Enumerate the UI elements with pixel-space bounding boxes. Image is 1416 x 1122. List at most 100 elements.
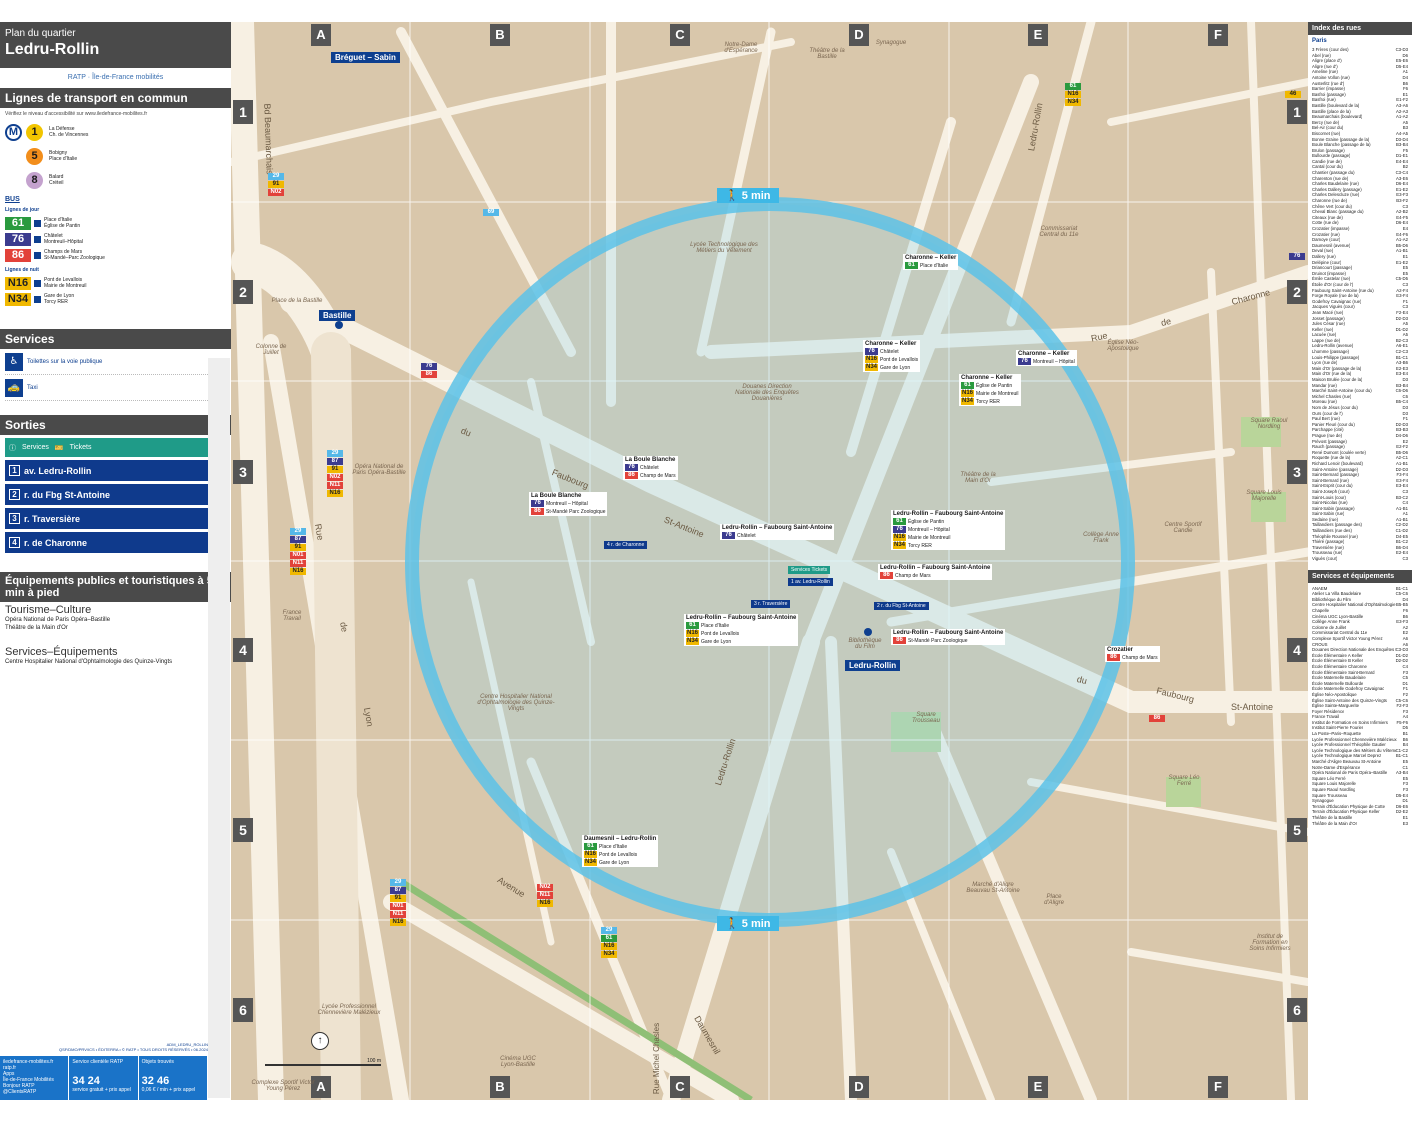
bus-line-n16[interactable]: N16 Pont de Levallois Mairie de Montreuil (0, 275, 231, 291)
bus-badge[interactable]: 61 (601, 935, 617, 942)
bus-badge[interactable]: N01 (290, 552, 306, 559)
toilets-icon: ♿ (5, 352, 23, 371)
bus-badge[interactable]: 29 (290, 528, 306, 535)
contact-lost-found[interactable]: Objets trouvés 32 46 0,06 € / min + prix… (139, 1056, 208, 1100)
bus-stop-la-boule-blanche-2[interactable]: La Boule Blanche 76 Montreuil – Hôpital 8… (529, 492, 608, 516)
bus-badge[interactable]: 91 (390, 895, 406, 902)
neighbourhood-map[interactable]: A B C D E F A B C D E F 🚶 5 min 🚶 5 min … (231, 22, 1308, 1100)
station-ledru-rollin[interactable]: Ledru-Rollin (845, 660, 901, 671)
bus-badge[interactable]: 86 (1149, 715, 1165, 722)
station-bastille[interactable]: Bastille (319, 310, 356, 321)
bus-badge[interactable]: N16 (290, 568, 306, 575)
bus-stop-charonne-keller-2[interactable]: Charonne – Keller 76 Châtelet N16 Pont de … (863, 340, 921, 372)
bus-badge[interactable]: 29 (390, 879, 406, 886)
station-breguet-sabin[interactable]: Bréguet – Sabin (331, 52, 400, 63)
contact-web[interactable]: iledefrance-mobilites.fr ratp.fr Apps Île-… (0, 1056, 70, 1100)
bus-badge[interactable]: 76 (421, 363, 437, 370)
bus-badge[interactable]: N16 (1065, 91, 1081, 98)
bus-badge[interactable]: 91 (268, 181, 284, 188)
exit-services-tickets[interactable]: ⓘ Services 🎫 Tickets (5, 438, 226, 457)
index-item[interactable]: Théâtre de la Main d'Or E3 (1312, 821, 1408, 827)
bus-badge[interactable]: 91 (290, 544, 306, 551)
place-label: Théâtre de la Main d'Or (960, 472, 996, 484)
bus-badge[interactable]: 29 (268, 173, 284, 180)
bus-badge[interactable]: N34 (1065, 99, 1081, 106)
bus-badge[interactable]: 61 (1065, 83, 1081, 90)
services-heading: Services (0, 329, 231, 349)
exit-2[interactable]: 2 r. du Fbg St-Antoine (5, 484, 226, 505)
bus-badge[interactable]: 86 (421, 371, 437, 378)
bus-badge[interactable]: 29 (327, 450, 343, 457)
bus-stop-ledru-rollin-fbg-5[interactable]: Ledru-Rollin – Faubourg Saint-Antoine 86… (891, 629, 1006, 645)
bus-badge[interactable]: N11 (327, 482, 343, 489)
bus-badge[interactable]: N02 (537, 884, 553, 891)
exit-3[interactable]: 3 r. Traversière (5, 508, 226, 529)
bus-stop-la-boule-blanche-1[interactable]: La Boule Blanche 76 Châtelet 86 Champ de M… (623, 456, 678, 480)
exit-1[interactable]: 1 av. Ledru-Rollin (5, 460, 226, 481)
map-exit-3[interactable]: 3 r. Traversière (751, 600, 791, 608)
bus-badge[interactable]: 87 (327, 458, 343, 465)
plan-title: Ledru-Rollin (5, 41, 100, 58)
map-exit-2[interactable]: 2 r. du Fbg St-Antoine (874, 602, 929, 610)
metro-icon: M (5, 123, 22, 141)
metro-line-5[interactable]: 5 Bobigny Place d'Italie (0, 144, 231, 168)
bus-badge[interactable]: N11 (390, 911, 406, 918)
map-exit-services[interactable]: Services Tickets (788, 566, 831, 574)
bus-badge[interactable]: N11 (290, 560, 306, 567)
service-toilets[interactable]: ♿ Toilettes sur la voie publique (5, 349, 226, 375)
bus-line-86[interactable]: 86 Champs de Mars St-Mandé–Parc Zoologiqu… (0, 247, 231, 263)
bus-badge[interactable]: N16 (537, 900, 553, 907)
bus-badge[interactable]: 76 (1289, 253, 1305, 260)
bus-line-76[interactable]: 76 Châtelet Montreuil–Hôpital (0, 231, 231, 247)
poi-item[interactable]: Centre Hospitalier National d'Ophtalmolo… (0, 658, 231, 666)
poi-item[interactable]: Opéra National de Paris Opéra–Bastille (0, 616, 231, 624)
bus-stop-charonne-keller-4[interactable]: Charonne – Keller 76 Montreuil – Hôpital (1016, 350, 1077, 366)
map-exit-1[interactable]: 1 av. Ledru-Rollin (788, 578, 833, 586)
bus-stop-ledru-rollin-fbg-4[interactable]: Ledru-Rollin – Faubourg Saint-Antoine 61… (684, 614, 799, 646)
bus-stop-ledru-rollin-fbg-2[interactable]: Ledru-Rollin – Faubourg Saint-Antoine 61… (891, 510, 1006, 550)
map-exit-4[interactable]: 4 r. de Charonne (604, 541, 648, 549)
place-label: Institut de Formation en Soins Infirmier… (1249, 934, 1291, 952)
bus-badge[interactable]: N34 (601, 951, 617, 958)
street-index-list: 3 Frères (cour des) C3-D3 Abel (rue) D6 Alig… (1308, 47, 1412, 562)
poi-item[interactable]: Théâtre de la Main d'Or (0, 624, 231, 632)
margin-bus-stack: 76 (1289, 252, 1307, 260)
street-label: Rue Michel Chasles (652, 1022, 662, 1095)
bus-stop-daumesnil-ledru-rollin[interactable]: Daumesnil – Ledru-Rollin 61 Place d'Itali… (582, 835, 659, 867)
grid-row-2-right: 2 (1287, 280, 1307, 304)
grid-col-d-bottom: D (849, 1076, 869, 1098)
bus-badge[interactable]: N01 (390, 903, 406, 910)
metro-line-8[interactable]: 8 Balard Créteil (0, 168, 231, 192)
grid-row-4-right: 4 (1287, 638, 1307, 662)
metro-line-1[interactable]: M 1 La Défense Ch. de Vincennes (0, 120, 231, 144)
bus-stop-ledru-rollin-fbg-3[interactable]: Ledru-Rollin – Faubourg Saint-Antoine 86… (878, 564, 993, 580)
accessibility-icon (34, 279, 41, 287)
bus-line-61[interactable]: 61 Place d'Italie Église de Pantin (0, 215, 231, 231)
bus-badge[interactable]: 29 (601, 927, 617, 934)
bus-line-n34[interactable]: N34 Gare de Lyon Torcy RER (0, 291, 231, 307)
bus-stop-charonne-keller-1[interactable]: Charonne – Keller 61 Place d'Italie (903, 254, 959, 270)
bus-badge[interactable]: N02 (327, 474, 343, 481)
bus-badge[interactable]: N16 (601, 943, 617, 950)
bus-badge[interactable]: N11 (537, 892, 553, 899)
bus-badge[interactable]: N02 (268, 189, 284, 196)
bus-stop-ledru-rollin-fbg-1[interactable]: Ledru-Rollin – Faubourg Saint-Antoine 76… (720, 524, 835, 540)
bus-stop-crozatier[interactable]: Crozatier 86 Champ de Mars (1105, 646, 1160, 662)
line-badge: 8 (26, 171, 43, 189)
bus-badge[interactable]: 69 (483, 209, 499, 216)
place-label: Bibliothèque du Film (848, 638, 882, 650)
contact-customer-service[interactable]: Service clientèle RATP 34 24 service gra… (69, 1056, 139, 1100)
margin-bus-stack: 61 N16 N34 (1065, 82, 1083, 106)
scale-bar: 100 m (265, 1058, 381, 1066)
service-taxi[interactable]: 🚕 Taxi (5, 375, 226, 401)
bus-badge[interactable]: 87 (290, 536, 306, 543)
bus-stop-charonne-keller-3[interactable]: Charonne – Keller 61 Église de Pantin N16… (959, 374, 1021, 406)
bus-badge[interactable]: 91 (327, 466, 343, 473)
bus-badge[interactable]: 46 (1285, 91, 1301, 98)
margin-bus-stack: 46 (1285, 90, 1303, 98)
bus-badge[interactable]: 87 (390, 887, 406, 894)
exit-4[interactable]: 4 r. de Charonne (5, 532, 226, 553)
bus-badge[interactable]: N16 (390, 919, 406, 926)
bus-badge[interactable]: N16 (327, 490, 343, 497)
grid-row-3-right: 3 (1287, 460, 1307, 484)
